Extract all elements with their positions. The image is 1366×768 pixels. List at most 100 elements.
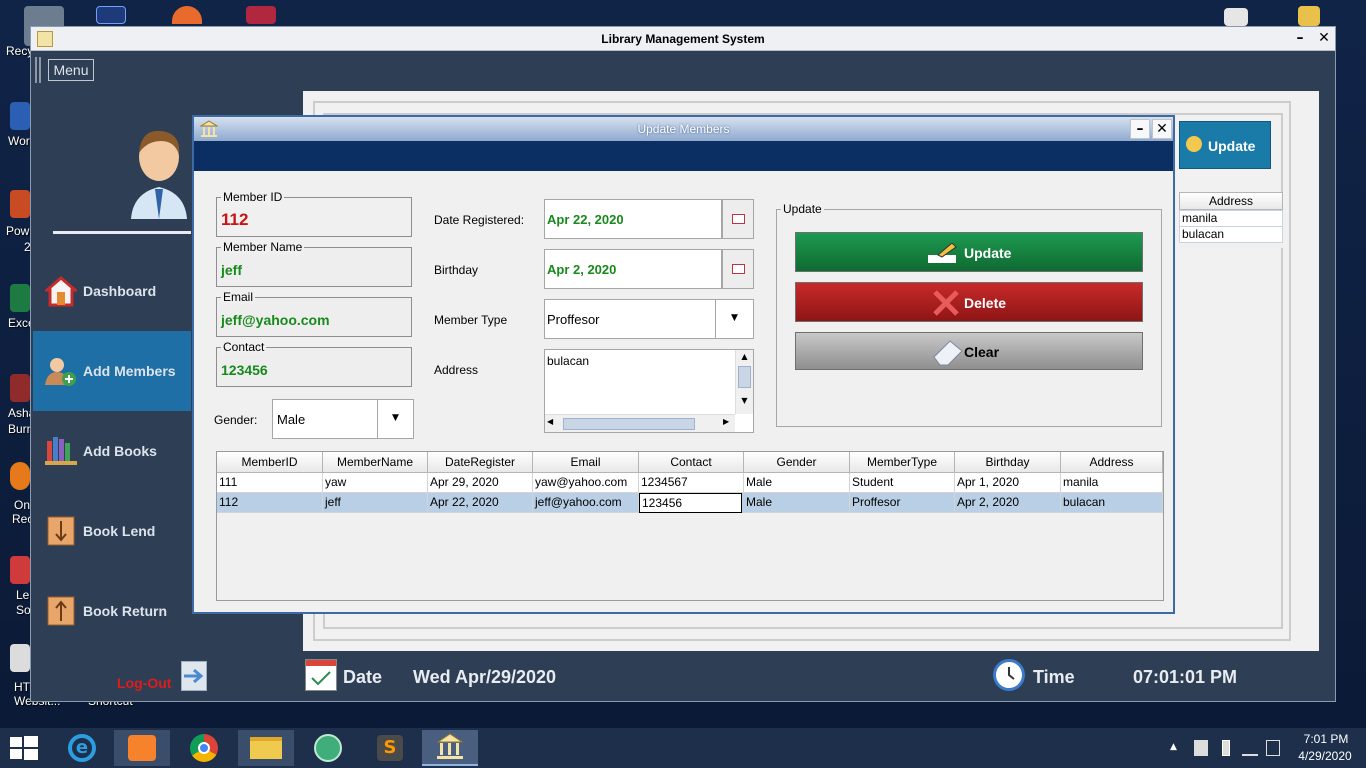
update-label: Update [964, 245, 1012, 261]
update-members-dialog: Update Members – ✕ Member ID 112 Member … [192, 115, 1175, 614]
desktop-label: Wor [8, 134, 30, 148]
table-cell: Apr 1, 2020 [955, 473, 1061, 493]
birthday-value: Apr 2, 2020 [547, 262, 617, 277]
member-id-field[interactable]: Member ID 112 [216, 190, 412, 237]
sidebar-item-label: Book Lend [83, 523, 156, 539]
table-cell: Student [850, 473, 955, 493]
clock-date[interactable]: 4/29/2020 [1290, 749, 1360, 763]
sidebar-item-dashboard[interactable]: Dashboard [33, 251, 191, 331]
desktop-label: Le [16, 588, 30, 602]
menu-button[interactable]: Menu [48, 59, 94, 81]
table-row[interactable]: 111 yaw Apr 29, 2020 yaw@yahoo.com 12345… [217, 473, 1163, 493]
file-icon[interactable] [1224, 8, 1248, 26]
sidebar-item-add-members[interactable]: Add Members [33, 331, 191, 411]
sidebar-item-book-lend[interactable]: Book Lend [33, 491, 191, 571]
column-header[interactable]: Address [1061, 452, 1163, 473]
file-explorer-icon[interactable] [238, 730, 294, 766]
internet-explorer-icon[interactable]: e [54, 730, 110, 766]
minimize-button[interactable]: – [1289, 29, 1311, 49]
app-icon[interactable] [172, 6, 202, 24]
sidebar-item-label: Dashboard [83, 283, 157, 299]
sublime-text-icon[interactable]: S [362, 730, 418, 766]
update-button[interactable]: Update [795, 232, 1143, 272]
close-icon [932, 289, 960, 317]
sidebar-item-add-books[interactable]: Add Books [33, 411, 191, 491]
date-registered-value: Apr 22, 2020 [547, 212, 624, 227]
word-icon[interactable] [10, 102, 30, 130]
horizontal-scrollbar[interactable]: ◀ ▶ [545, 414, 735, 432]
members-table[interactable]: MemberID MemberName DateRegister Email C… [216, 451, 1164, 601]
member-name-field[interactable]: Member Name jeff [216, 240, 412, 287]
battery-icon[interactable] [1222, 740, 1230, 756]
table-cell: jeff@yahoo.com [533, 493, 639, 513]
time-label: Time [1033, 667, 1075, 687]
html-file-icon[interactable] [10, 644, 30, 672]
column-header[interactable]: Email [533, 452, 639, 473]
column-header[interactable]: MemberID [217, 452, 323, 473]
library-app-taskbar-icon[interactable] [422, 730, 478, 766]
column-header[interactable]: Gender [744, 452, 850, 473]
gender-value: Male [277, 412, 306, 427]
chevron-down-icon[interactable]: ▼ [377, 400, 413, 438]
excel-icon[interactable] [10, 284, 30, 312]
address-textarea[interactable]: bulacan ▲ ▼ ◀ ▶ [544, 349, 754, 433]
main-titlebar[interactable]: Library Management System – ✕ [31, 27, 1335, 51]
speaker-icon[interactable] [1194, 740, 1208, 756]
windows-start-icon[interactable] [10, 736, 38, 760]
dialog-close-button[interactable]: ✕ [1152, 119, 1172, 139]
logout-arrow-icon[interactable] [181, 661, 207, 691]
vertical-scrollbar[interactable]: ▲ ▼ [735, 350, 753, 414]
member-name-value: jeff [221, 262, 242, 278]
dialog-titlebar[interactable]: Update Members – ✕ [194, 117, 1173, 141]
sidebar-item-book-return[interactable]: Book Return [33, 571, 191, 651]
folder-icon[interactable] [1298, 6, 1320, 26]
xampp-icon[interactable] [114, 730, 170, 766]
background-update-label: Update [1208, 138, 1256, 154]
books-icon [45, 435, 77, 467]
intellij-icon[interactable] [246, 6, 276, 24]
delete-button[interactable]: Delete [795, 282, 1143, 322]
table-row-selected[interactable]: 112 jeff Apr 22, 2020 jeff@yahoo.com 123… [217, 493, 1163, 513]
close-button[interactable]: ✕ [1313, 29, 1335, 49]
chrome-icon[interactable] [176, 730, 232, 766]
gender-select[interactable]: Male ▼ [272, 399, 414, 439]
column-header[interactable]: MemberType [850, 452, 955, 473]
column-header[interactable]: MemberName [323, 452, 428, 473]
calendar-icon [732, 214, 745, 224]
clear-button[interactable]: Clear [795, 332, 1143, 370]
email-field[interactable]: Email jeff@yahoo.com [216, 290, 412, 337]
member-type-value: Proffesor [547, 312, 600, 327]
column-header[interactable]: DateRegister [428, 452, 533, 473]
background-address-cell: manila [1179, 210, 1283, 227]
member-type-select[interactable]: Proffesor ▼ [544, 299, 754, 339]
birthday-field[interactable]: Apr 2, 2020 [544, 249, 722, 289]
tray-chevron-up-icon[interactable]: ▲ [1170, 742, 1177, 752]
logout-label[interactable]: Log-Out [117, 675, 171, 691]
network-icon[interactable] [1242, 740, 1258, 756]
chevron-down-icon[interactable]: ▼ [715, 300, 753, 338]
dialog-minimize-button[interactable]: – [1130, 119, 1150, 139]
background-update-button[interactable]: Update [1179, 121, 1271, 169]
app-icon[interactable] [10, 556, 30, 584]
taskbar: e S ▲ 7:01 PM 4/29/2020 [0, 728, 1366, 768]
sidebar-item-label: Add Books [83, 443, 157, 459]
powerpoint-icon[interactable] [10, 190, 30, 218]
sidebar: Dashboard Add Members Add Books Book Len… [33, 87, 207, 701]
column-header[interactable]: Birthday [955, 452, 1061, 473]
date-registered-calendar-button[interactable] [722, 199, 754, 239]
notification-flag-icon[interactable] [1266, 740, 1280, 756]
table-cell-focused[interactable]: 123456 [639, 493, 742, 513]
column-header[interactable]: Contact [639, 452, 744, 473]
clock-time[interactable]: 7:01 PM [1296, 732, 1356, 746]
date-value: Wed Apr/29/2020 [413, 667, 557, 687]
photoshop-icon[interactable] [96, 6, 126, 24]
birthday-calendar-button[interactable] [722, 249, 754, 289]
table-cell: 111 [217, 473, 323, 493]
ashampoo-icon[interactable] [10, 374, 30, 402]
contact-field[interactable]: Contact 123456 [216, 340, 412, 387]
date-registered-field[interactable]: Apr 22, 2020 [544, 199, 722, 239]
recorder-icon[interactable] [10, 462, 30, 490]
atom-icon[interactable] [300, 730, 356, 766]
calendar-icon [305, 659, 337, 691]
background-address-header: Address [1179, 192, 1283, 210]
